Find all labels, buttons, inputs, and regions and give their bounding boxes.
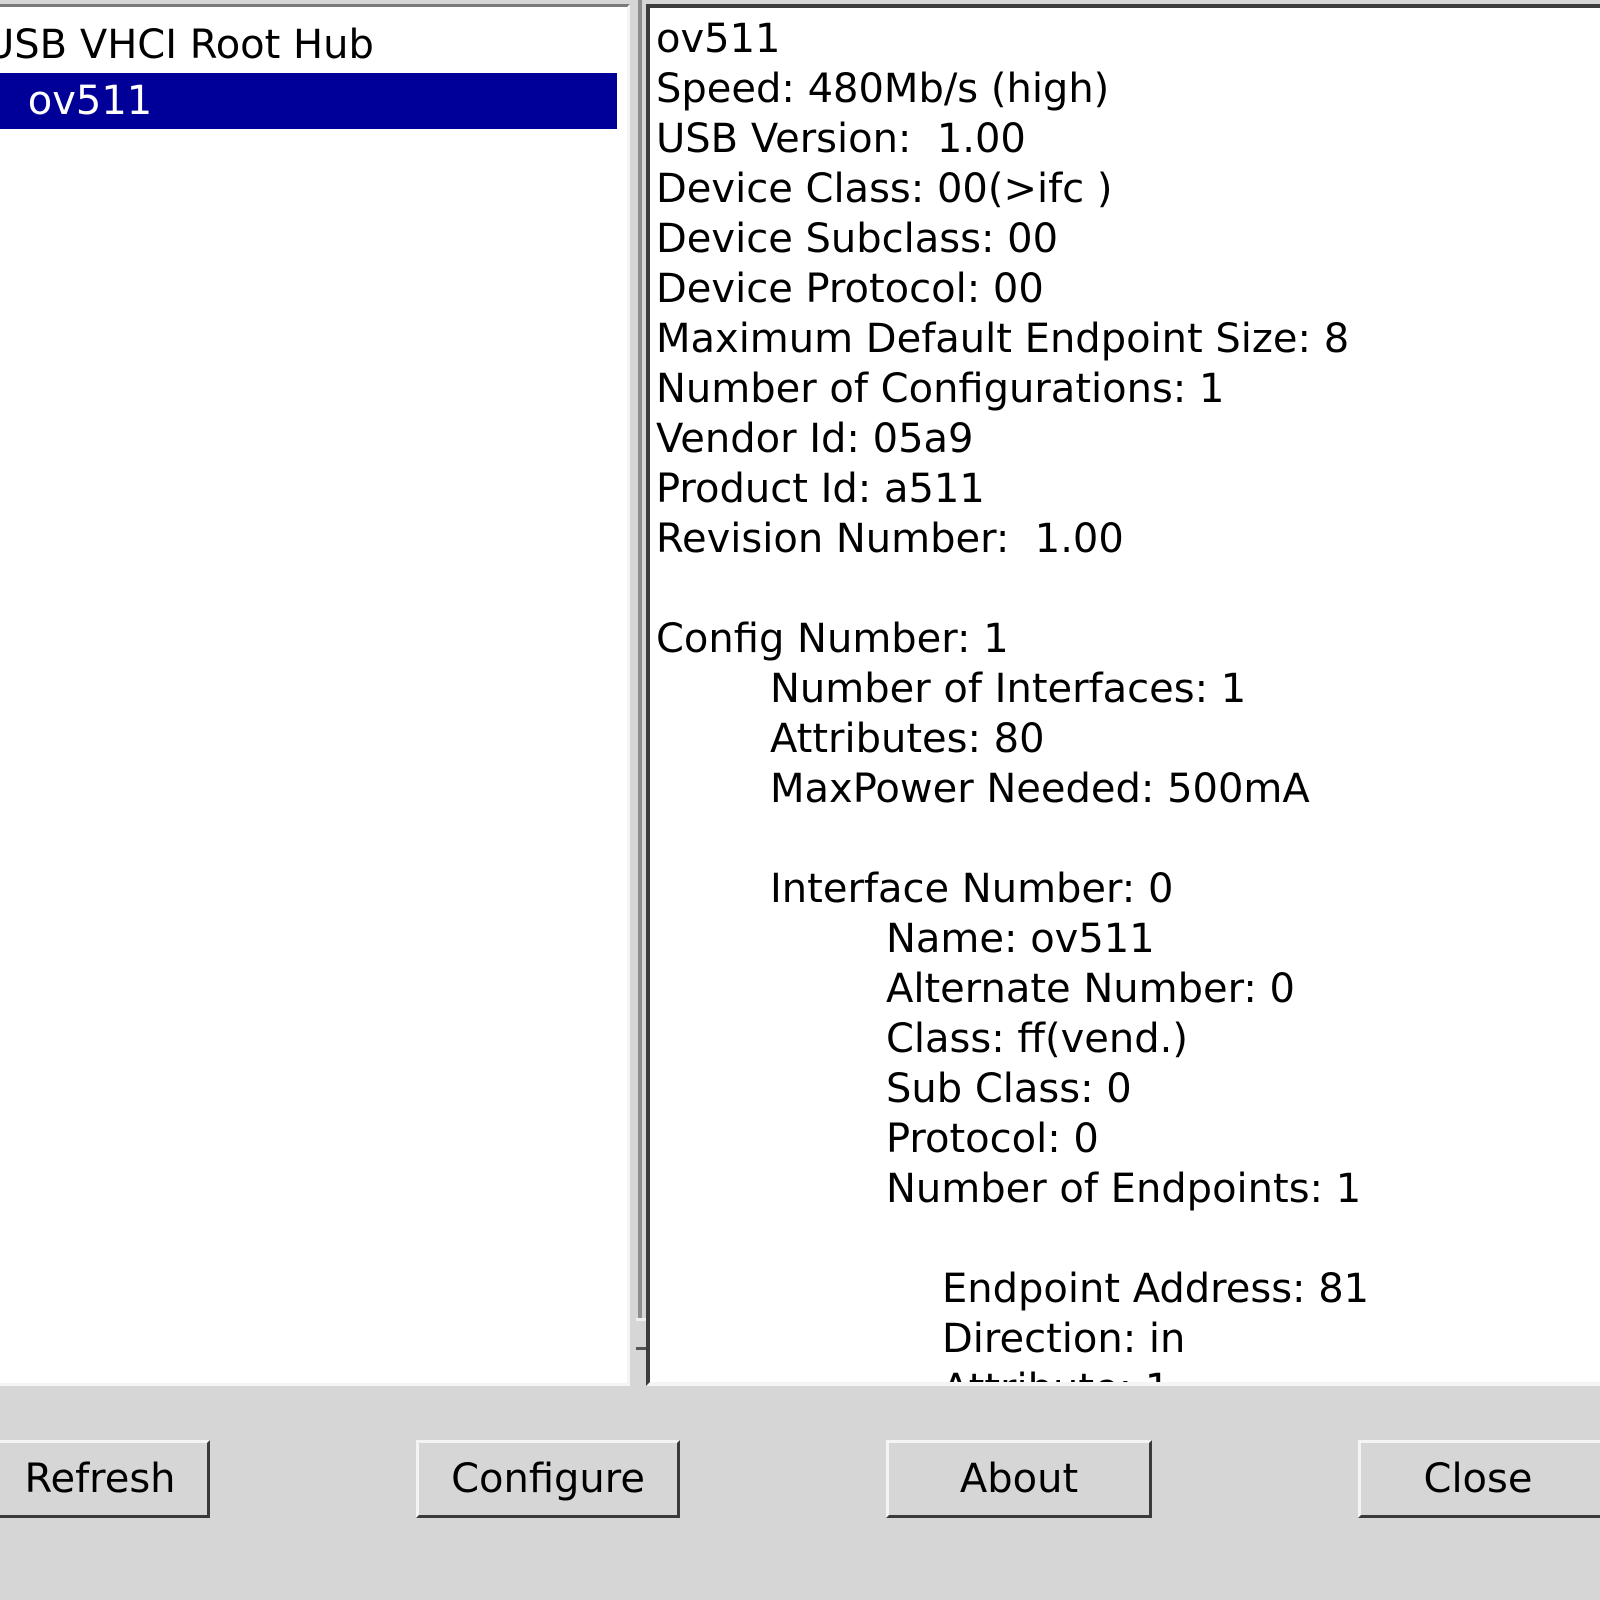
- details-line: Name: ov511: [886, 916, 1155, 962]
- details-line: Attribute: 1: [942, 1364, 1170, 1382]
- details-line: Maximum Default Endpoint Size: 8: [656, 316, 1350, 362]
- details-line: Direction: in: [942, 1316, 1186, 1362]
- tree-item-label: ov511: [27, 78, 153, 124]
- tree-item-root-hub[interactable]: USB VHCI Root Hub: [0, 17, 374, 73]
- details-line: Revision Number: 1.00: [656, 516, 1124, 562]
- device-details-text[interactable]: ov511 Speed: 480Mb/s (high) USB Version: 1…: [646, 4, 1600, 1386]
- details-line: Interface Number: 0: [770, 866, 1174, 912]
- about-button[interactable]: About: [886, 1440, 1152, 1518]
- configure-button[interactable]: Configure: [416, 1440, 680, 1518]
- details-line: Number of Interfaces: 1: [770, 666, 1247, 712]
- details-line: Device Class: 00(>ifc ): [656, 166, 1113, 212]
- details-line: USB Version: 1.00: [656, 116, 1026, 162]
- details-line: Class: ff(vend.): [886, 1016, 1188, 1062]
- details-line: Number of Endpoints: 1: [886, 1166, 1362, 1212]
- details-line: Device Protocol: 00: [656, 266, 1044, 312]
- details-line: ov511: [656, 16, 781, 62]
- details-line: Config Number: 1: [656, 616, 1009, 662]
- device-tree[interactable]: USB VHCI Root Hub - ov511: [0, 4, 630, 1386]
- details-line: Device Subclass: 00: [656, 216, 1059, 262]
- details-line: Attributes: 80: [770, 716, 1045, 762]
- details-line: Speed: 480Mb/s (high): [656, 66, 1110, 112]
- details-line: Endpoint Address: 81: [942, 1266, 1370, 1312]
- details-line: MaxPower Needed: 500mA: [770, 766, 1310, 812]
- refresh-button[interactable]: Refresh: [0, 1440, 210, 1518]
- tree-expander-icon[interactable]: -: [0, 73, 15, 129]
- splitter-line: [638, 0, 642, 1320]
- details-line: Number of Configurations: 1: [656, 366, 1225, 412]
- details-line: Protocol: 0: [886, 1116, 1099, 1162]
- details-line: Product Id: a511: [656, 466, 985, 512]
- details-line: Sub Class: 0: [886, 1066, 1132, 1112]
- usbview-window: USB VHCI Root Hub - ov511 ov511Speed: 48…: [0, 0, 1600, 1600]
- details-line: Vendor Id: 05a9: [656, 416, 974, 462]
- close-button[interactable]: Close: [1358, 1440, 1600, 1518]
- details-line: Alternate Number: 0: [886, 966, 1296, 1012]
- tree-item-ov511[interactable]: - ov511: [0, 73, 617, 129]
- tree-item-label: USB VHCI Root Hub: [0, 22, 374, 68]
